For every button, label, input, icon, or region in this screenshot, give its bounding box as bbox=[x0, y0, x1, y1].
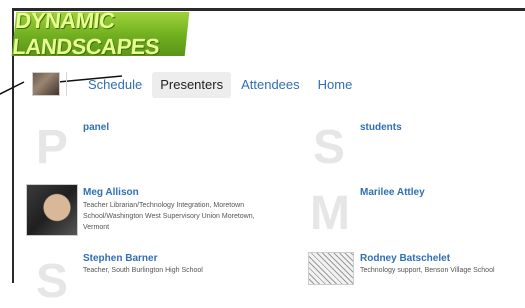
nav-divider bbox=[66, 72, 67, 96]
presenter-name-students[interactable]: students bbox=[360, 122, 402, 133]
site-logo[interactable]: DYNAMIC LANDSCAPES bbox=[11, 8, 190, 59]
presenter-name-meg-allison[interactable]: Meg Allison bbox=[83, 187, 139, 198]
presenter-desc-rodney-batschelet: Technology support, Benson Village Schoo… bbox=[360, 267, 495, 274]
nav-home[interactable]: Home bbox=[310, 72, 361, 98]
presenter-photo-meg-allison[interactable] bbox=[26, 184, 78, 236]
main-nav: Schedule Presenters Attendees Home bbox=[80, 72, 362, 98]
presenter-photo-rodney-batschelet[interactable] bbox=[308, 252, 354, 285]
presenter-desc-meg-allison: Teacher Librarian/Technology Integration… bbox=[83, 202, 255, 231]
nav-presenters[interactable]: Presenters bbox=[152, 72, 232, 98]
nav-attendees[interactable]: Attendees bbox=[233, 72, 308, 98]
presenter-name-rodney-batschelet[interactable]: Rodney Batschelet bbox=[360, 253, 450, 264]
presenter-desc-stephen-barner: Teacher, South Burlington High School bbox=[83, 267, 203, 274]
presenter-name-marilee-attley[interactable]: Marilee Attley bbox=[360, 187, 425, 198]
user-avatar[interactable] bbox=[32, 72, 60, 96]
section-letter-m: M bbox=[310, 187, 350, 240]
section-letter-p: P bbox=[36, 121, 69, 174]
nav-schedule[interactable]: Schedule bbox=[80, 72, 150, 98]
section-letter-s: S bbox=[313, 121, 346, 174]
presenter-name-stephen-barner[interactable]: Stephen Barner bbox=[83, 253, 157, 264]
presenter-name-panel[interactable]: panel bbox=[83, 122, 109, 133]
section-letter-s2: S bbox=[36, 255, 69, 308]
